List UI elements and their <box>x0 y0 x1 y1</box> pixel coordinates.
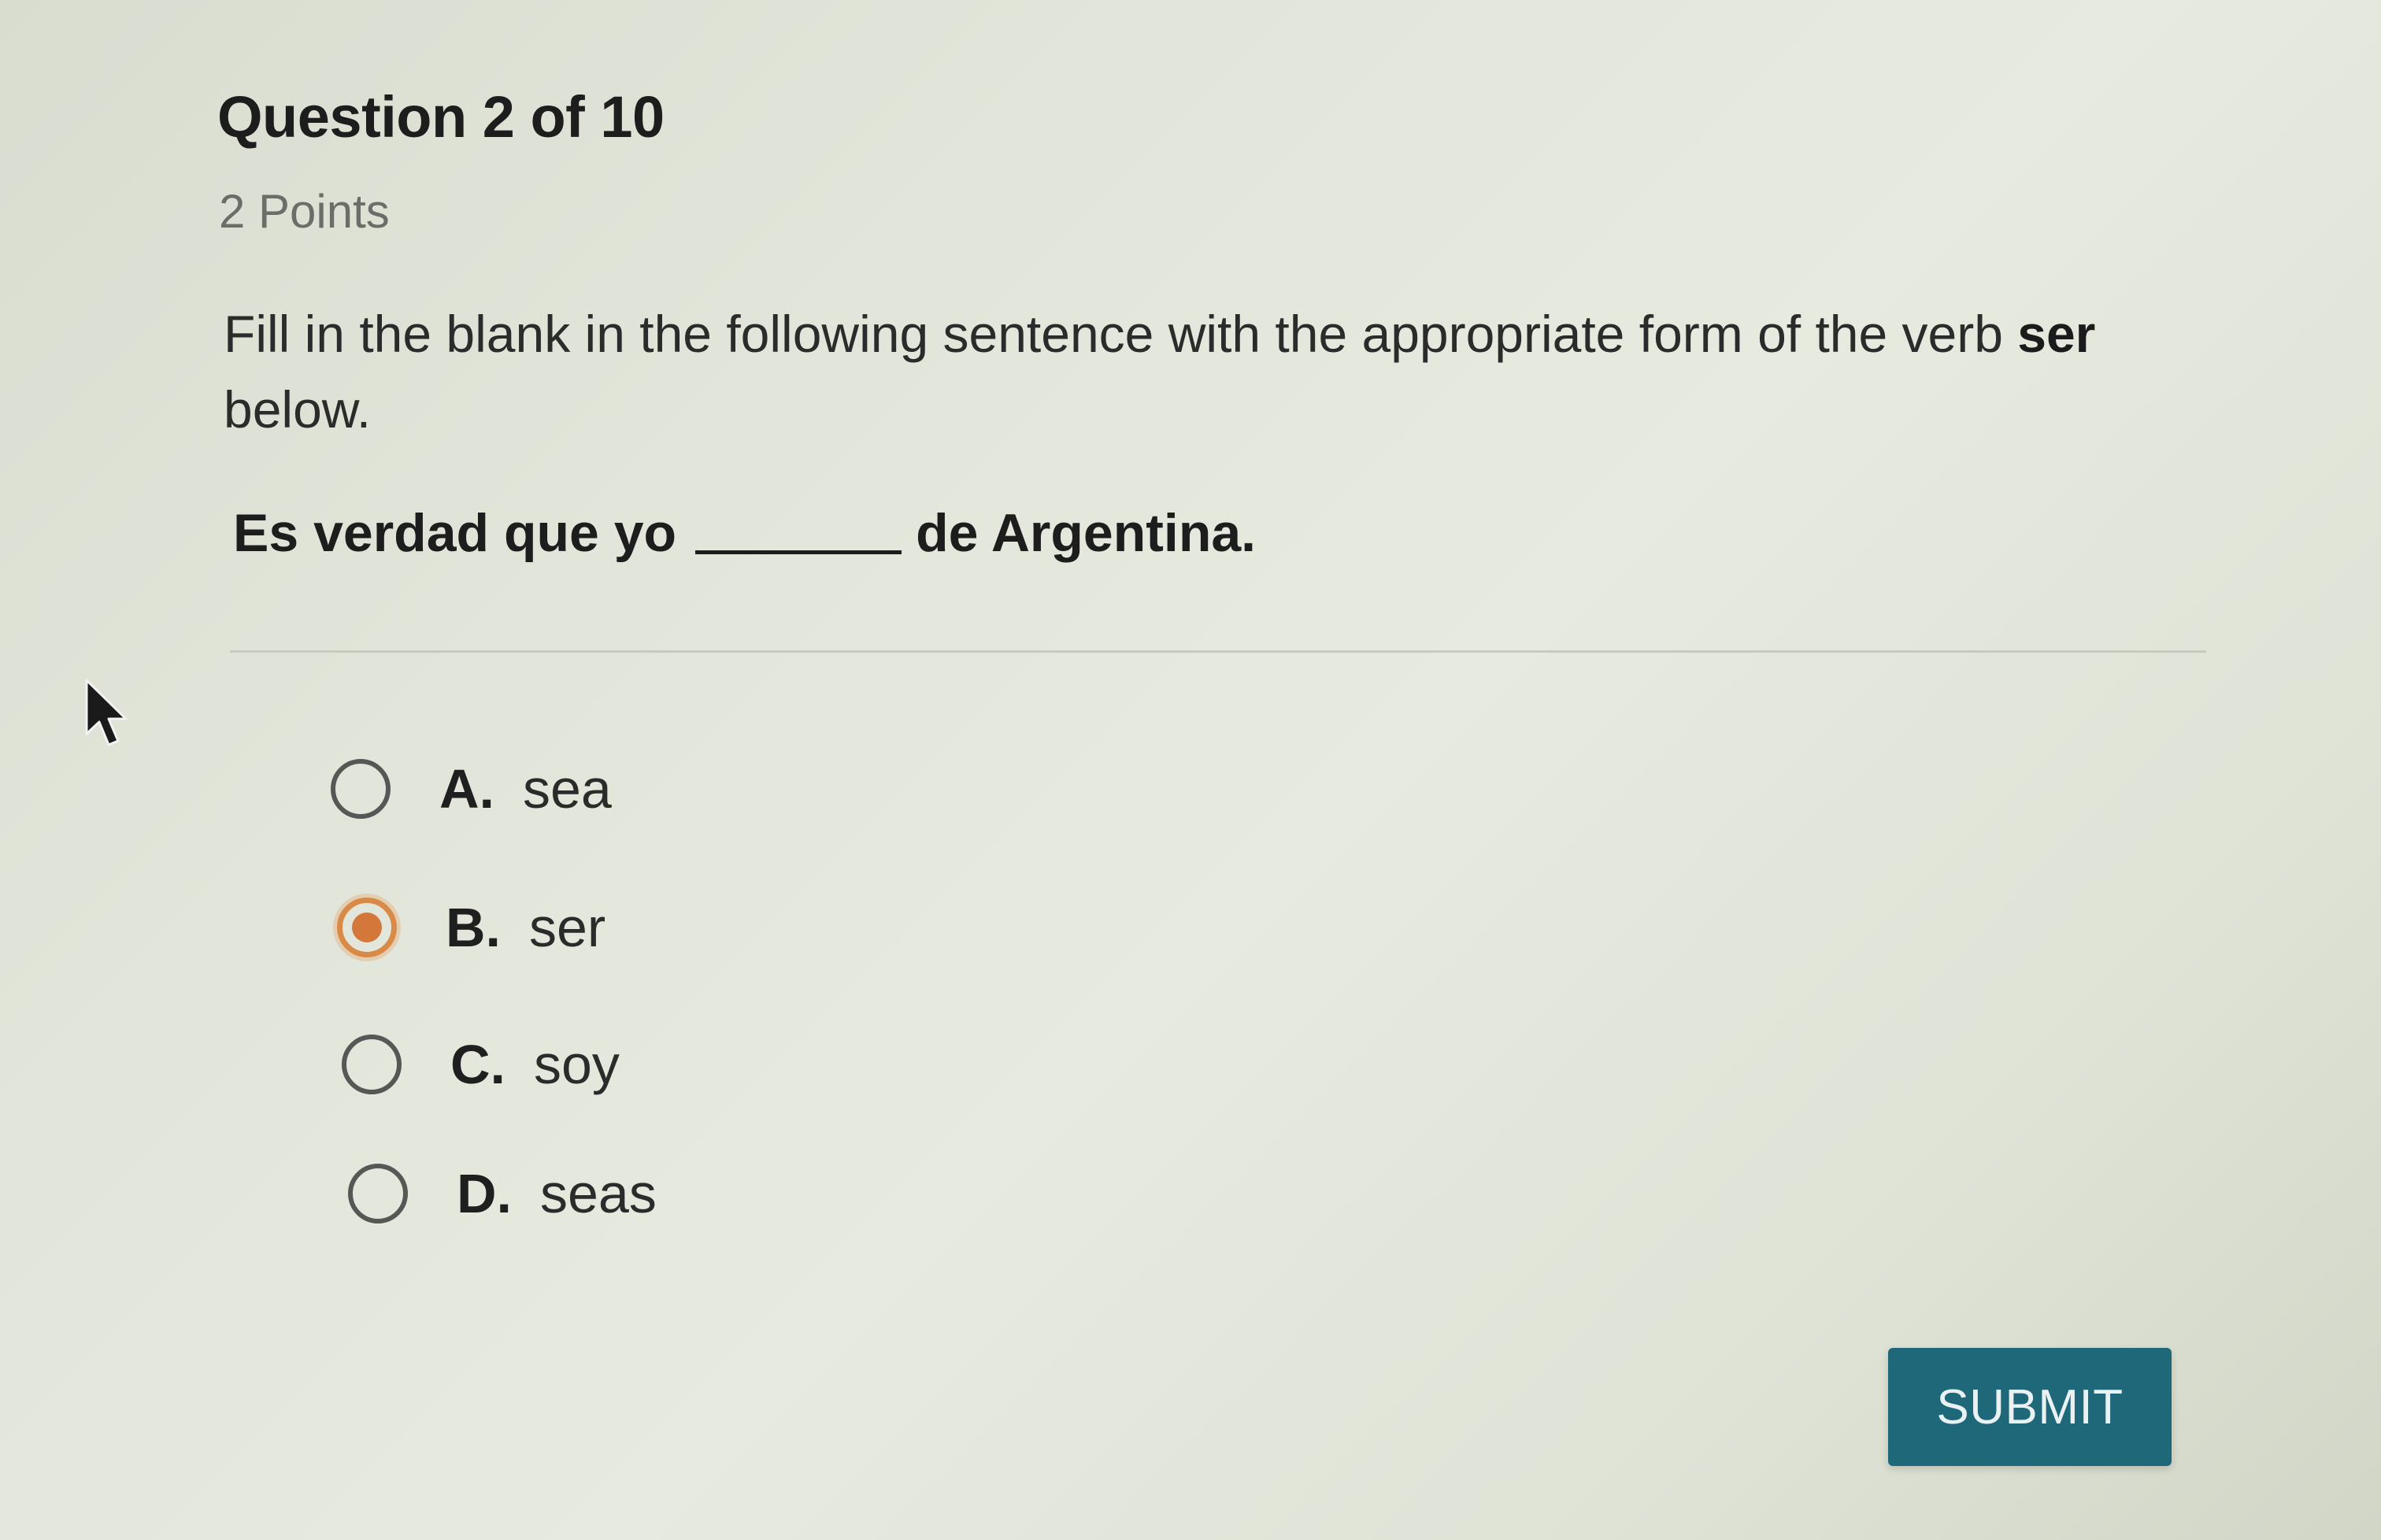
option-letter: A. <box>439 758 494 820</box>
radio-b-selected-icon[interactable] <box>337 898 397 957</box>
quiz-page: Question 2 of 10 2 Points Fill in the bl… <box>0 0 2381 1540</box>
option-d[interactable]: D. seas <box>348 1162 657 1225</box>
submit-button[interactable]: SUBMIT <box>1888 1348 2172 1466</box>
option-text: sea <box>523 758 612 820</box>
option-letter: D. <box>457 1163 512 1224</box>
option-text: seas <box>540 1163 657 1224</box>
option-a[interactable]: A. sea <box>331 757 612 820</box>
option-text: ser <box>529 897 606 958</box>
option-letter: C. <box>450 1034 505 1095</box>
option-letter: B. <box>446 897 501 958</box>
option-text: soy <box>534 1034 620 1095</box>
option-c[interactable]: C. soy <box>342 1033 620 1096</box>
radio-c-icon[interactable] <box>342 1035 402 1094</box>
option-b[interactable]: B. ser <box>337 896 605 959</box>
question-points: 2 Points <box>219 185 390 238</box>
sentence-end: de Argentina. <box>916 503 1257 563</box>
radio-a-icon[interactable] <box>331 759 391 819</box>
sentence-blank <box>695 544 902 554</box>
radio-d-icon[interactable] <box>348 1164 408 1223</box>
divider <box>230 650 2206 653</box>
mouse-cursor-icon <box>85 679 128 746</box>
question-sentence: Es verdad que yo de Argentina. <box>233 502 1256 564</box>
prompt-text-start: Fill in the blank in the following sente… <box>224 305 2018 363</box>
prompt-verb: ser <box>2017 305 2096 363</box>
question-prompt: Fill in the blank in the following sente… <box>224 296 2192 447</box>
prompt-text-end: below. <box>224 380 372 439</box>
sentence-start: Es verdad que yo <box>233 503 677 563</box>
question-title: Question 2 of 10 <box>217 84 665 150</box>
